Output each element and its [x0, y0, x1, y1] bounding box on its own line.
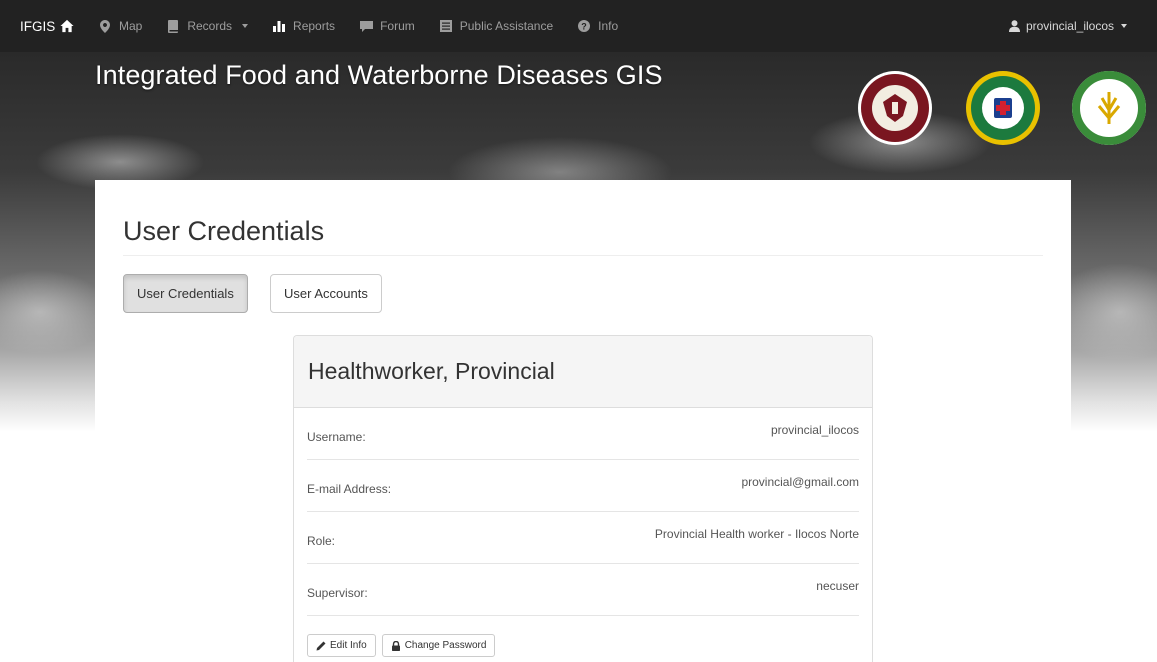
nav-item-forum[interactable]: Forum [359, 19, 415, 33]
user-full-name: Healthworker, Provincial [308, 358, 555, 384]
email-row: E-mail Address: provincial@gmail.com [307, 460, 859, 512]
chevron-down-icon [1121, 24, 1127, 28]
nav-item-info[interactable]: ? Info [577, 19, 618, 33]
field-label: Supervisor: [307, 586, 368, 600]
role-row: Role: Provincial Health worker - Ilocos … [307, 512, 859, 564]
nav-item-records[interactable]: Records [166, 19, 249, 33]
pencil-icon [316, 641, 326, 651]
top-navbar: IFGIS Map Records Reports Forum Public A… [0, 0, 1157, 52]
user-info-card: Healthworker, Provincial Username: provi… [293, 335, 873, 662]
tab-user-accounts[interactable]: User Accounts [270, 274, 382, 313]
nav-item-map[interactable]: Map [98, 19, 142, 33]
edit-info-button[interactable]: Edit Info [307, 634, 376, 657]
nav-item-public-assistance[interactable]: Public Assistance [439, 19, 553, 33]
svg-text:?: ? [581, 21, 587, 31]
nav-item-label: Info [598, 19, 619, 33]
nav-item-label: Reports [293, 19, 336, 33]
home-icon [60, 19, 74, 33]
card-actions: Edit Info Change Password [307, 616, 859, 657]
chevron-down-icon [242, 24, 249, 28]
field-value: Provincial Health worker - Ilocos Norte [654, 527, 859, 541]
button-label: Change Password [404, 640, 487, 651]
map-marker-icon [98, 19, 112, 33]
nav-item-label: Map [119, 19, 143, 33]
field-value: necuser [816, 579, 859, 593]
page-title: User Credentials [123, 216, 325, 246]
field-label: Username: [307, 430, 366, 444]
title-divider [123, 255, 1043, 256]
user-name: provincial_ilocos [1025, 19, 1114, 33]
card-header: Healthworker, Provincial [294, 336, 872, 408]
comment-icon [359, 19, 373, 33]
site-title: Integrated Food and Waterborne Diseases … [95, 60, 663, 90]
bar-chart-icon [272, 19, 286, 33]
field-label: E-mail Address: [307, 482, 392, 496]
question-sign-icon: ? [577, 19, 591, 33]
nav-item-label: Forum [380, 19, 415, 33]
user-menu[interactable]: provincial_ilocos [1008, 0, 1127, 52]
department-of-health-seal-icon [965, 70, 1041, 146]
brand-link[interactable]: IFGIS [0, 19, 98, 34]
main-panel: User Credentials User Credentials User A… [95, 180, 1071, 662]
field-label: Role: [307, 534, 336, 548]
change-password-button[interactable]: Change Password [381, 634, 496, 657]
department-of-agriculture-seal-icon [1071, 70, 1147, 146]
list-alt-icon [439, 19, 453, 33]
nav-item-reports[interactable]: Reports [272, 19, 335, 33]
button-label: Edit Info [330, 640, 367, 651]
field-value: provincial@gmail.com [741, 475, 859, 489]
nav-item-label: Public Assistance [459, 19, 554, 33]
book-icon [166, 19, 180, 33]
lock-icon [391, 640, 401, 651]
field-value: provincial_ilocos [770, 423, 859, 437]
tab-label: User Accounts [284, 286, 368, 301]
user-icon [1008, 19, 1022, 33]
supervisor-row: Supervisor: necuser [307, 564, 859, 616]
tab-label: User Credentials [137, 286, 234, 301]
username-row: Username: provincial_ilocos [307, 408, 859, 460]
nav-item-label: Records [187, 19, 233, 33]
brand-label: IFGIS [20, 18, 56, 34]
card-body: Username: provincial_ilocos E-mail Addre… [294, 408, 872, 657]
tab-user-credentials[interactable]: User Credentials [123, 274, 248, 313]
up-manila-seal-icon [857, 70, 933, 146]
